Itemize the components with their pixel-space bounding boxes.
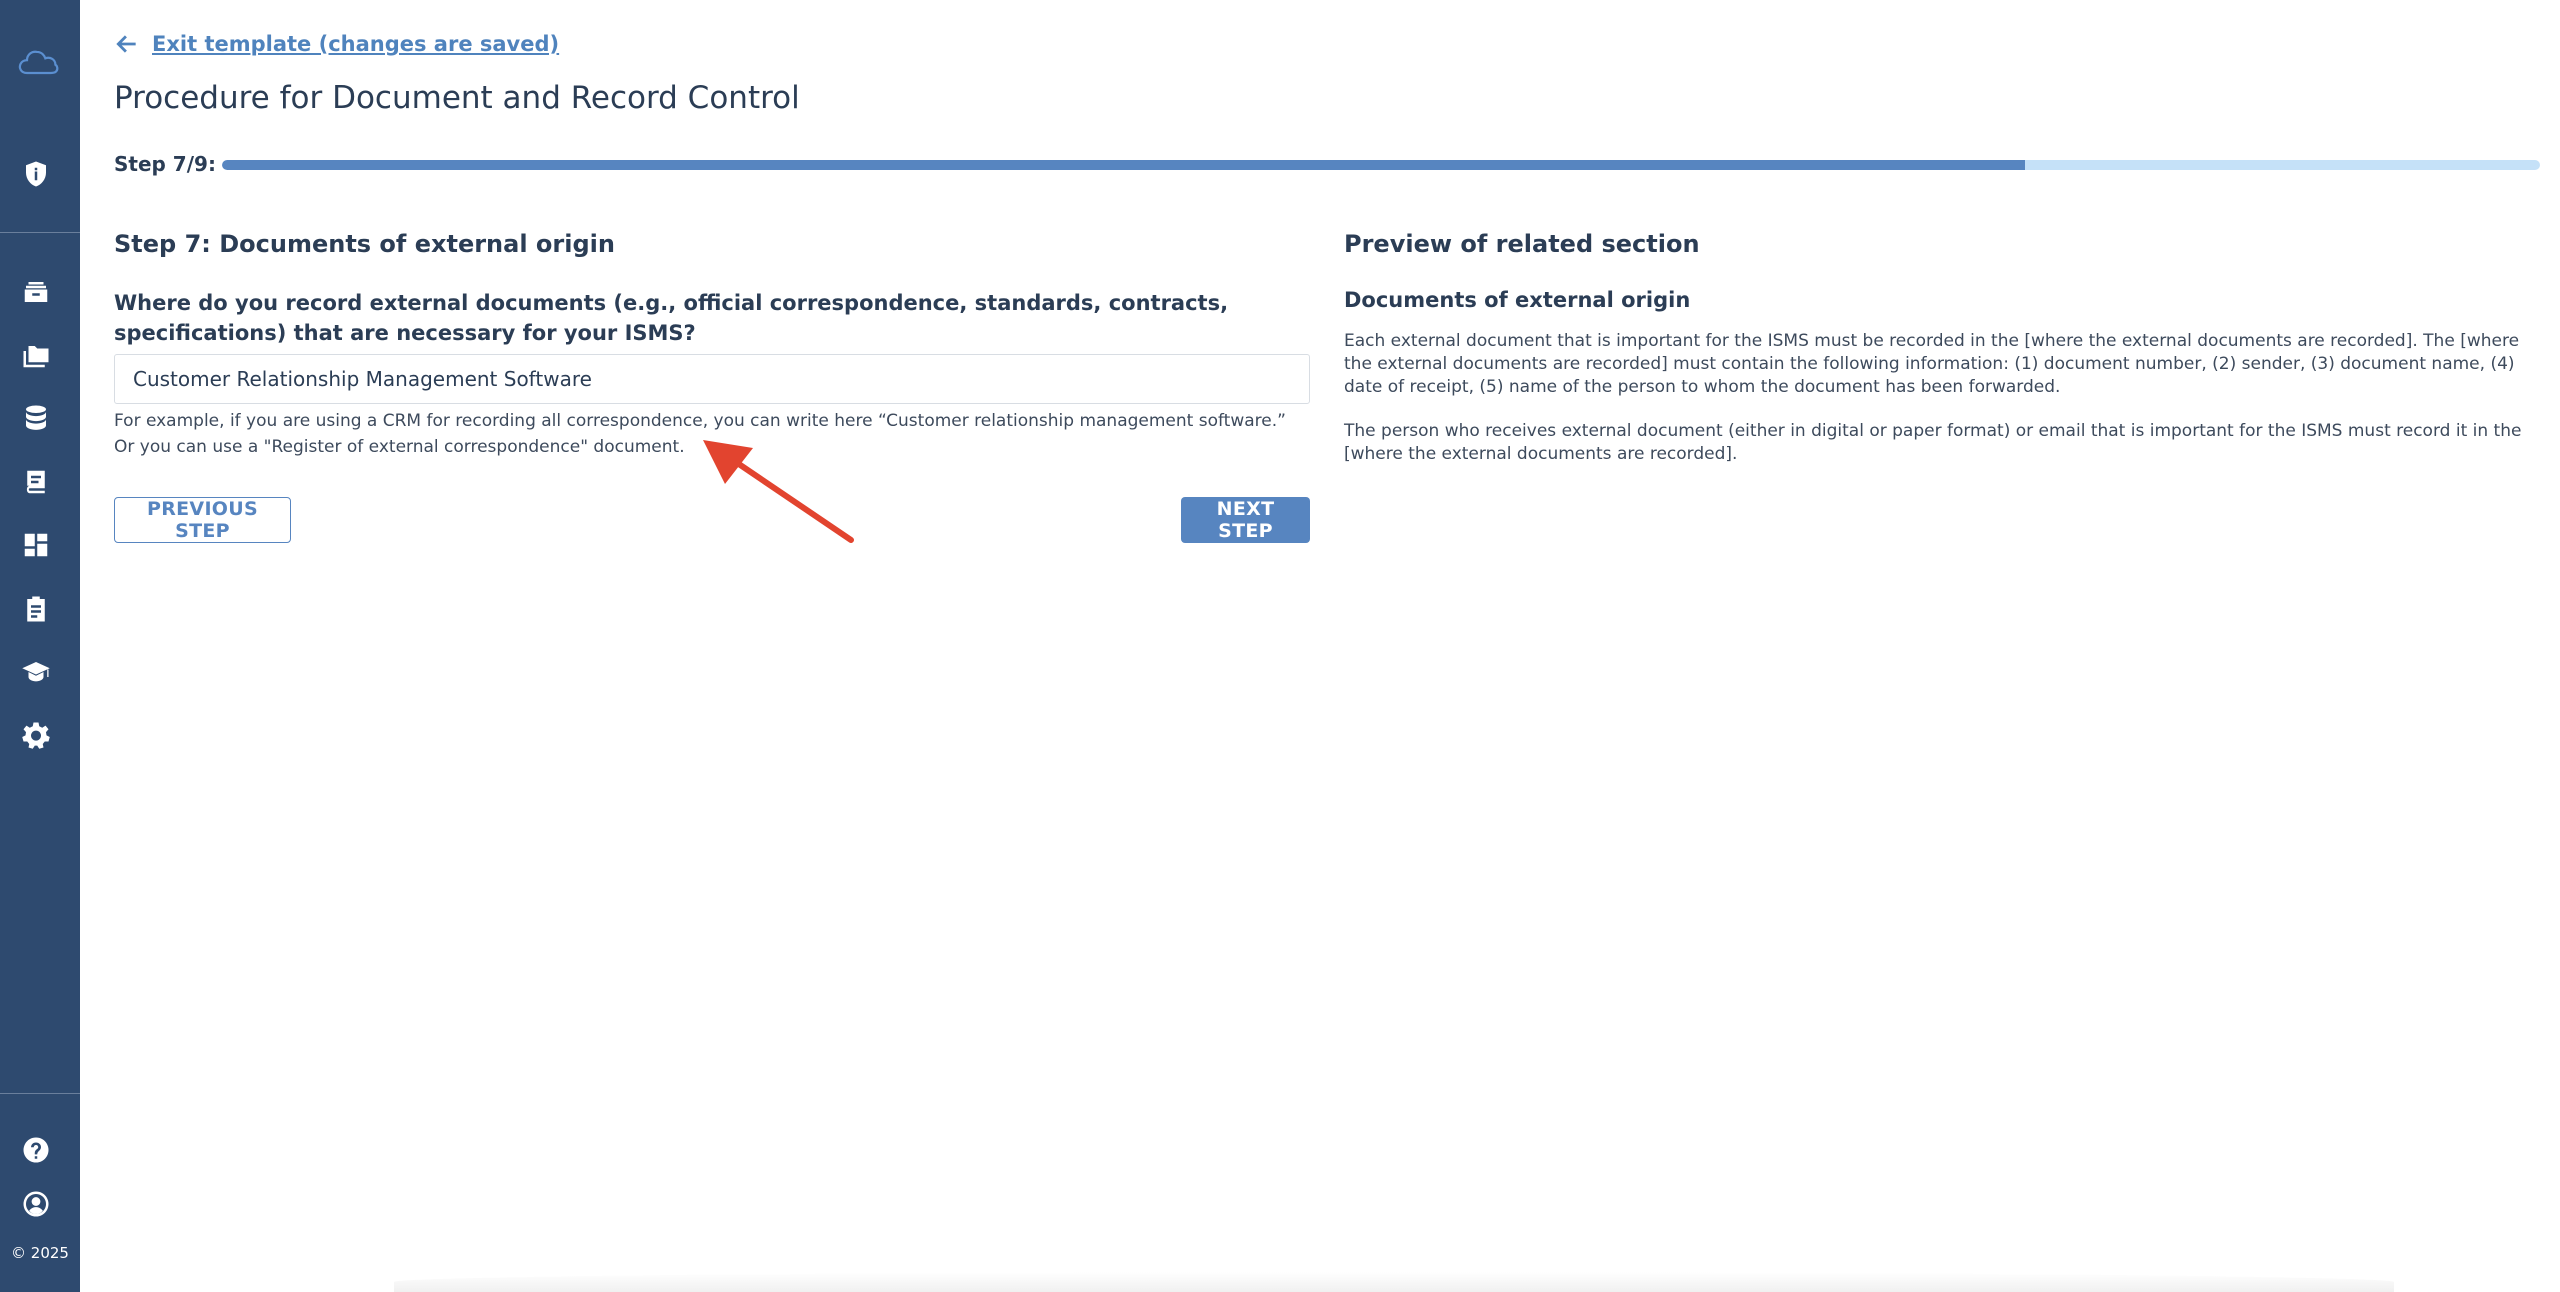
preview-heading: Documents of external origin <box>1344 288 1691 312</box>
progress-row: Step 7/9: <box>114 150 2540 180</box>
gear-icon[interactable] <box>18 717 54 753</box>
help-icon[interactable] <box>18 1132 54 1168</box>
main-content: Exit template (changes are saved) Proced… <box>114 0 2560 1292</box>
exit-template-link[interactable]: Exit template (changes are saved) <box>114 28 559 60</box>
question-label: Where do you record external documents (… <box>114 291 1229 345</box>
bottom-shadow <box>394 1272 2394 1292</box>
clipboard-icon[interactable] <box>18 591 54 627</box>
sidebar: © 2025 <box>0 0 80 1292</box>
shield-icon[interactable] <box>18 156 54 192</box>
exit-template-label: Exit template (changes are saved) <box>152 32 560 56</box>
preview-paragraph-2: The person who receives external documen… <box>1344 421 2522 464</box>
archive-icon[interactable] <box>18 274 54 310</box>
preview-title: Preview of related section <box>1344 230 1700 258</box>
user-account-icon[interactable] <box>18 1186 54 1222</box>
next-step-button[interactable]: NEXT STEP <box>1181 497 1310 543</box>
preview-paragraph-1: Each external document that is important… <box>1344 331 2520 397</box>
step-title: Step 7: Documents of external origin <box>114 230 615 258</box>
sidebar-divider <box>0 1093 80 1094</box>
copyright-text: © 2025 <box>11 1244 69 1262</box>
progress-bar <box>222 160 2540 170</box>
arrow-left-icon <box>116 35 136 53</box>
annotation-arrow-icon <box>703 440 854 543</box>
database-icon[interactable] <box>18 400 54 436</box>
answer-input[interactable] <box>114 354 1310 404</box>
step-form: Step 7: Documents of external origin Whe… <box>114 230 1310 543</box>
page-title: Procedure for Document and Record Contro… <box>114 80 800 116</box>
graduation-cap-icon[interactable] <box>18 654 54 690</box>
folder-icon[interactable] <box>18 338 54 374</box>
cloud-logo-icon[interactable] <box>16 44 60 80</box>
previous-step-button[interactable]: PREVIOUS STEP <box>114 497 291 543</box>
dashboard-icon[interactable] <box>18 527 54 563</box>
step-counter-label: Step 7/9: <box>114 152 216 176</box>
preview-panel: Preview of related section Documents of … <box>1344 230 2544 464</box>
sidebar-divider <box>0 232 80 233</box>
progress-bar-fill <box>222 160 2026 170</box>
book-icon[interactable] <box>18 464 54 500</box>
